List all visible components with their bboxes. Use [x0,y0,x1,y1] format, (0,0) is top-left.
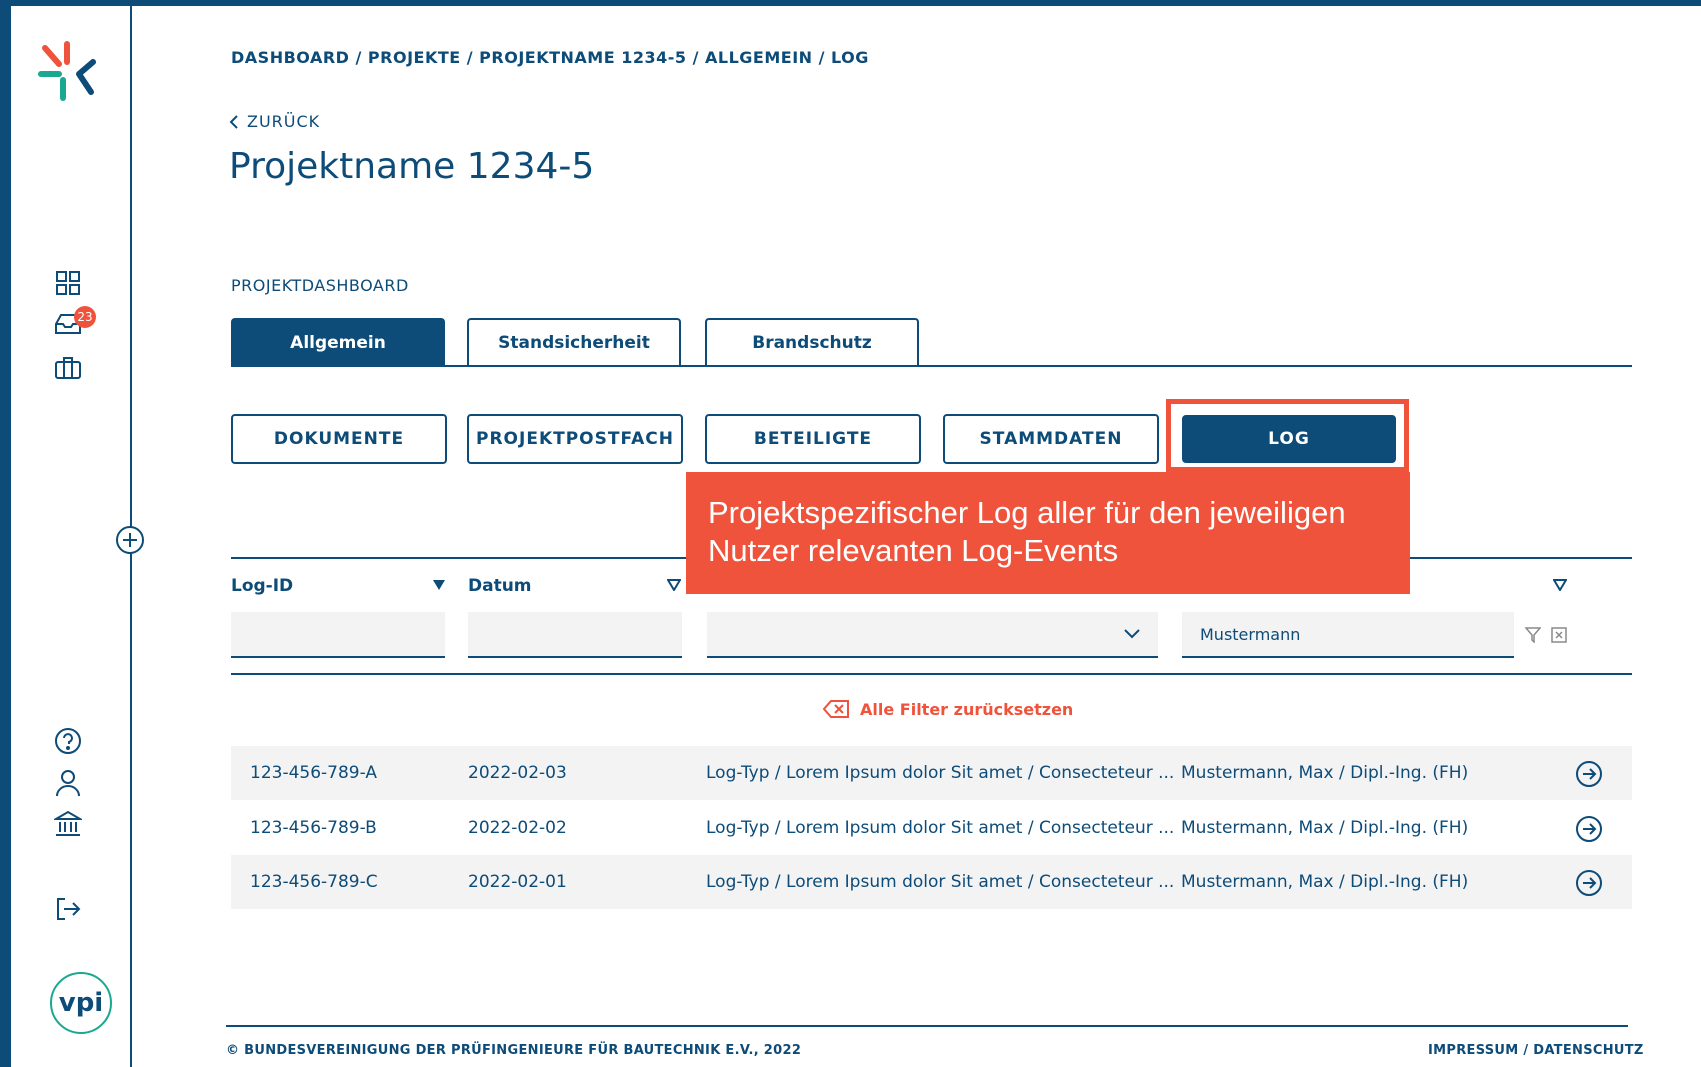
subtab-stammdaten[interactable]: STAMMDATEN [943,414,1159,464]
chevron-down-icon [1124,629,1140,639]
row-log-type: Log-Typ / Lorem Ipsum dolor Sit amet / C… [706,763,1175,783]
reset-filters-label: Alle Filter zurücksetzen [860,699,1074,719]
back-link[interactable]: ZURÜCK [229,112,320,131]
briefcase-icon[interactable] [53,353,83,383]
dashboard-grid-icon[interactable] [53,268,83,298]
filter-bottom-divider [231,673,1632,675]
log-id-filter-input[interactable] [231,612,445,658]
clear-filter-icon[interactable] [1551,627,1567,643]
help-icon[interactable] [53,726,83,756]
footer-divider [226,1025,1628,1027]
table-row[interactable]: 123-456-789-B 2022-02-02 Log-Typ / Lorem… [231,801,1632,855]
top-bar [0,0,1701,6]
row-date: 2022-02-01 [468,872,567,892]
row-log-type: Log-Typ / Lorem Ipsum dolor Sit amet / C… [706,818,1175,838]
page-title: Projektname 1234-5 [229,146,595,187]
tab-allgemein[interactable]: Allgemein [231,318,445,366]
reset-filters-link[interactable]: Alle Filter zurücksetzen [822,699,1073,719]
vpi-logo-text: vpi [58,988,104,1018]
filter-icon[interactable] [1525,627,1541,643]
back-label: ZURÜCK [247,112,321,131]
annotation-highlight [1166,399,1409,472]
vpi-logo: vpi [50,972,112,1034]
row-log-id: 123-456-789-C [250,872,378,892]
inbox-badge: 23 [74,306,96,328]
arrow-right-circle-icon[interactable] [1575,815,1603,843]
row-log-type: Log-Typ / Lorem Ipsum dolor Sit amet / C… [706,872,1175,892]
log-type-select[interactable] [707,612,1158,658]
column-header-datum[interactable]: Datum [468,576,532,596]
tab-standsicherheit[interactable]: Standsicherheit [467,318,681,366]
breadcrumb[interactable]: DASHBOARD / PROJEKTE / PROJEKTNAME 1234-… [231,48,869,67]
row-date: 2022-02-03 [468,763,567,783]
sort-outline-icon[interactable] [1553,579,1567,591]
chevron-left-icon [229,114,238,129]
left-edge-bar [0,0,11,1067]
row-user: Mustermann, Max / Dipl.-Ing. (FH) [1181,763,1469,783]
expand-sidebar-icon[interactable] [116,526,144,554]
row-date: 2022-02-02 [468,818,567,838]
column-header-log-id[interactable]: Log-ID [231,576,293,596]
row-log-id: 123-456-789-B [250,818,377,838]
sidebar: 23 vpi [11,6,132,1067]
arrow-right-circle-icon[interactable] [1575,760,1603,788]
tab-brandschutz[interactable]: Brandschutz [705,318,919,366]
subtab-projektpostfach[interactable]: PROJEKTPOSTFACH [467,414,683,464]
callout-line-2: Nutzer relevanten Log-Events [708,533,1119,568]
user-filter-input[interactable] [1182,612,1514,658]
subtab-dokumente[interactable]: DOKUMENTE [231,414,447,464]
row-log-id: 123-456-789-A [250,763,378,783]
table-row[interactable]: 123-456-789-A 2022-02-03 Log-Typ / Lorem… [231,746,1632,800]
subtab-beteiligte[interactable]: BETEILIGTE [705,414,921,464]
sort-outline-icon[interactable] [667,579,681,591]
user-icon[interactable] [53,768,83,798]
row-user: Mustermann, Max / Dipl.-Ing. (FH) [1181,818,1469,838]
sort-filled-icon[interactable] [432,579,446,591]
datum-filter-input[interactable] [468,612,682,658]
callout-line-1: Projektspezifischer Log aller für den je… [708,495,1346,530]
logout-icon[interactable] [53,894,83,924]
annotation-callout: Projektspezifischer Log aller für den je… [686,472,1410,594]
brand-logo[interactable] [37,40,99,102]
table-row[interactable]: 123-456-789-C 2022-02-01 Log-Typ / Lorem… [231,855,1632,909]
section-label: PROJEKTDASHBOARD [231,276,409,295]
row-user: Mustermann, Max / Dipl.-Ing. (FH) [1181,872,1469,892]
arrow-right-circle-icon[interactable] [1575,869,1603,897]
footer-copyright: © BUNDESVEREINIGUNG DER PRÜFINGENIEURE F… [226,1043,802,1058]
clear-backspace-icon [822,700,849,718]
tabs-divider [231,365,1632,367]
footer-links[interactable]: IMPRESSUM / DATENSCHUTZ [1428,1043,1644,1058]
institution-icon[interactable] [53,809,83,839]
